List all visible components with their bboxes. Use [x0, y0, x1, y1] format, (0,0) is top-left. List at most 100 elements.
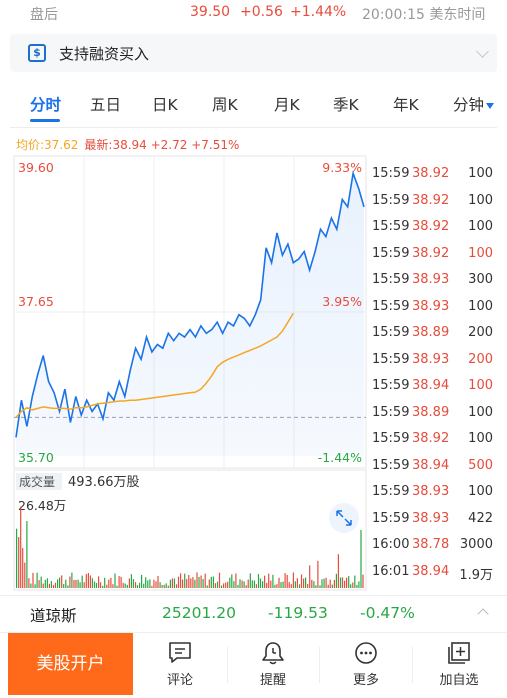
volume-bar: [309, 565, 311, 588]
tick-volume: 100: [468, 484, 493, 499]
comment-button[interactable]: 评论: [145, 633, 215, 695]
volume-bar: [300, 574, 303, 588]
more-button[interactable]: 更多: [331, 633, 401, 695]
volume-bar: [239, 579, 241, 588]
volume-bar: [26, 521, 28, 588]
volume-bar: [141, 574, 143, 588]
volume-bar: [167, 585, 169, 588]
volume-bar: [54, 582, 57, 588]
tick-time: 15:59: [372, 272, 410, 287]
volume-bar: [149, 579, 151, 588]
volume-bar: [192, 577, 194, 588]
volume-bar: [212, 576, 214, 588]
tick-time: 15:59: [372, 404, 410, 420]
volume-bar: [243, 581, 245, 588]
volume-bar: [286, 574, 288, 588]
tick-time: 15:59: [372, 431, 410, 446]
tick-time: 15:59: [372, 325, 410, 340]
volume-bar: [114, 573, 116, 588]
volume-bar: [284, 573, 286, 588]
open-account-button[interactable]: 美股开户: [8, 633, 133, 695]
tick-price: 38.93: [412, 272, 450, 287]
tick-time: 16:01: [372, 563, 410, 579]
trade-ticks-list: 15:59 38.92 100 15:59 38.92 100 15:59 38.92 100 1…: [368, 162, 498, 586]
volume-bar: [196, 572, 198, 588]
volume-bar: [79, 582, 81, 588]
tick-volume: 3000: [459, 537, 493, 552]
volume-bar: [223, 583, 225, 588]
volume-bar: [311, 579, 313, 588]
volume-bar: [16, 528, 18, 588]
volume-bar: [89, 575, 91, 588]
tick-row: 15:59 38.92 100: [368, 189, 498, 216]
volume-bar: [325, 577, 327, 588]
volume-bar: [233, 581, 235, 588]
tick-row: 15:59 38.89 200: [368, 321, 498, 348]
volume-bar: [98, 576, 100, 588]
y-label-high: 39.60: [18, 160, 54, 175]
volume-bar: [106, 584, 108, 588]
tick-time: 15:59: [372, 245, 410, 261]
volume-bar: [354, 575, 356, 588]
tick-price: 38.92: [412, 166, 450, 181]
volume-bar: [278, 577, 280, 588]
volume-bar: [288, 582, 290, 588]
volume-bar: [50, 581, 52, 588]
volume-bar: [348, 576, 350, 588]
volume-bar: [204, 573, 206, 588]
volume-bar: [341, 577, 344, 588]
volume-bar: [235, 573, 237, 588]
volume-bar: [165, 583, 167, 588]
volume-bar: [294, 581, 296, 588]
volume-bar: [20, 506, 22, 588]
tick-volume: 100: [468, 245, 493, 261]
volume-bar: [120, 576, 122, 588]
tick-time: 15:59: [372, 219, 410, 234]
volume-bar: [241, 580, 243, 588]
tick-volume: 500: [468, 457, 493, 473]
volume-bar: [319, 585, 321, 588]
volume-bar: [48, 583, 50, 588]
tick-price: 38.78: [412, 537, 450, 552]
expand-button[interactable]: [329, 503, 359, 533]
volume-bar: [358, 581, 360, 588]
add-watchlist-label: 加自选: [439, 673, 479, 688]
volume-bar: [331, 584, 333, 588]
volume-bar: [75, 579, 77, 588]
tick-row: 15:59 38.92 100: [368, 427, 498, 454]
chevron-up-icon[interactable]: [477, 608, 489, 620]
volume-bar: [303, 578, 305, 588]
tick-volume: 422: [468, 510, 493, 526]
tick-volume: 100: [468, 219, 493, 234]
tick-time: 15:59: [372, 378, 410, 393]
volume-bar: [122, 582, 124, 588]
volume-bar: [335, 573, 337, 588]
tick-volume: 100: [468, 431, 493, 446]
volume-bar: [262, 581, 264, 588]
volume-bar: [218, 572, 221, 588]
volume-bar: [69, 576, 71, 588]
volume-bar: [30, 583, 32, 588]
volume-bar: [116, 585, 118, 588]
index-ticker-bar[interactable]: 道琼斯 25201.20 -119.53 -0.47%: [0, 595, 507, 631]
volume-bar: [266, 582, 268, 588]
volume-bar: [356, 584, 358, 588]
volume-bar: [100, 582, 102, 588]
volume-bar: [110, 577, 112, 588]
volume-bar: [296, 578, 298, 588]
volume-bar: [194, 579, 196, 588]
tick-price: 38.92: [412, 245, 450, 261]
volume-bar: [255, 584, 257, 588]
add-watchlist-button[interactable]: 加自选: [424, 633, 494, 695]
volume-bar: [333, 579, 335, 588]
pct-label-mid: 3.95%: [322, 294, 362, 309]
volume-bar: [251, 580, 253, 588]
volume-bar: [180, 573, 182, 588]
alert-button[interactable]: 提醒: [238, 633, 308, 695]
volume-bar: [143, 583, 145, 588]
volume-bar: [272, 574, 274, 588]
volume-bar: [161, 584, 163, 588]
tick-price: 38.93: [412, 510, 450, 526]
volume-bar: [290, 584, 292, 588]
volume-bar: [264, 575, 266, 588]
